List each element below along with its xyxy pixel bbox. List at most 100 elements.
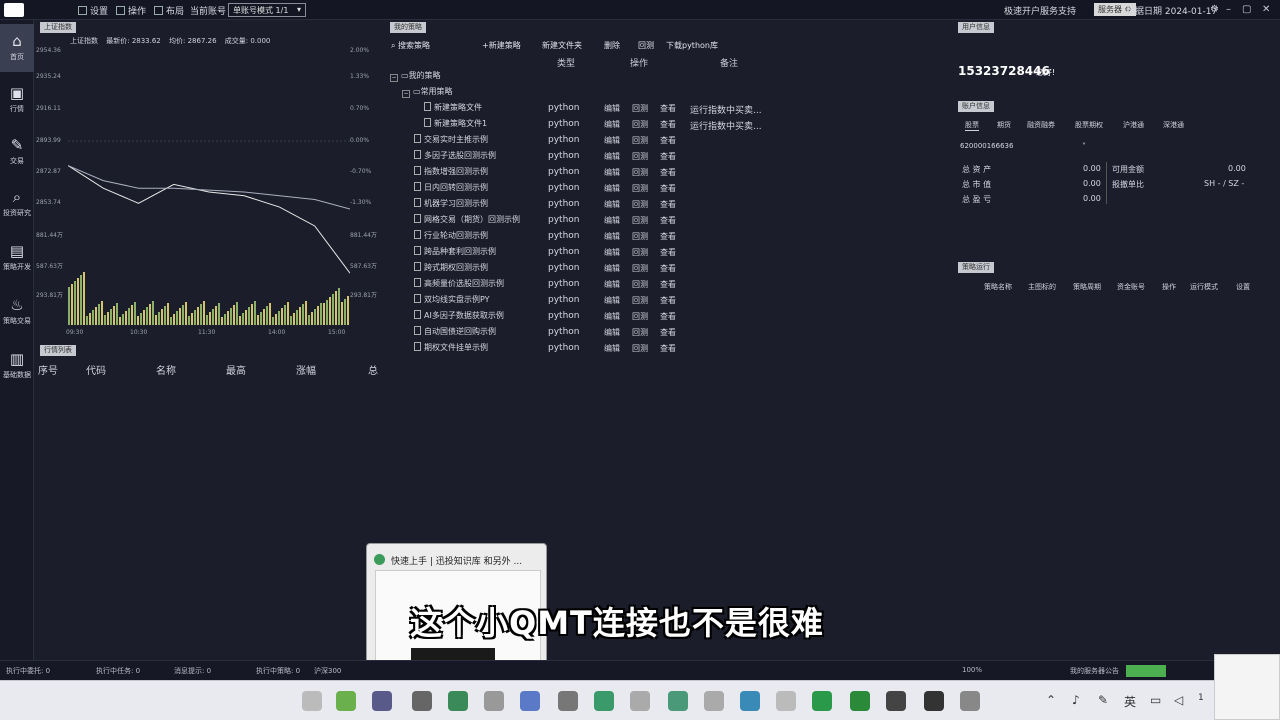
backtest-button[interactable]: 回测 <box>638 40 654 51</box>
app-icon[interactable] <box>372 691 392 711</box>
status-index[interactable]: 沪深300 <box>314 666 341 676</box>
strategy-row-name[interactable]: AI多因子数据获取示例 <box>414 310 504 326</box>
sidebar-item-trade[interactable]: ✎ 交易 <box>0 128 34 176</box>
app-icon[interactable] <box>558 691 578 711</box>
clock[interactable]: 1 <box>1198 693 1204 703</box>
quote-col-header[interactable]: 总 <box>368 362 378 377</box>
backtest-row-button[interactable]: 回测 <box>632 103 648 114</box>
app-icon[interactable] <box>960 691 980 711</box>
volume-icon[interactable]: ◁ <box>1174 693 1183 707</box>
status-strategies[interactable]: 执行中策略: 0 <box>256 666 300 676</box>
browser-icon[interactable] <box>448 691 468 711</box>
backtest-row-button[interactable]: 回测 <box>632 135 648 146</box>
backtest-row-button[interactable]: 回测 <box>632 263 648 274</box>
view-button[interactable]: 查看 <box>660 215 676 226</box>
strategy-row-name[interactable]: 行业轮动回测示例 <box>414 230 488 246</box>
delete-button[interactable]: 删除 <box>604 40 620 51</box>
app-icon[interactable] <box>484 691 504 711</box>
strategy-row-name[interactable]: 双均线实盘示例PY <box>414 294 490 310</box>
strategy-row-name[interactable]: 自动国债逆回购示例 <box>414 326 496 342</box>
edit-button[interactable]: 编辑 <box>604 151 620 162</box>
app-icon[interactable] <box>668 691 688 711</box>
strategy-row-name[interactable]: 指数增强回测示例 <box>414 166 488 182</box>
quote-col-header[interactable]: 序号 <box>38 362 58 377</box>
strategy-row-name[interactable]: 高频量价选股回测示例 <box>414 278 504 294</box>
service-link[interactable]: 服务支持 <box>1040 4 1076 17</box>
sidebar-item-strategy-trade[interactable]: ♨ 策略交易 <box>0 288 34 336</box>
edit-button[interactable]: 编辑 <box>604 167 620 178</box>
status-zoom[interactable]: 100% <box>962 666 982 674</box>
backtest-row-button[interactable]: 回测 <box>632 295 648 306</box>
backtest-row-button[interactable]: 回测 <box>632 215 648 226</box>
edit-button[interactable]: 编辑 <box>604 295 620 306</box>
sidebar-item-strategy[interactable]: ▤ 策略开发 <box>0 234 34 282</box>
tray-expand-icon[interactable]: ⌃ <box>1046 693 1056 707</box>
strategy-row-name[interactable]: 日内回转回测示例 <box>414 182 488 198</box>
account-tab-stock[interactable]: 股票 <box>965 120 979 131</box>
edit-button[interactable]: 编辑 <box>604 279 620 290</box>
app-icon[interactable] <box>412 691 432 711</box>
strategy-row-name[interactable]: 网格交易（期货）回测示例 <box>414 214 520 230</box>
edit-button[interactable]: 编辑 <box>604 311 620 322</box>
sidebar-item-research[interactable]: ⌕ 投资研究 <box>0 180 34 228</box>
app-icon[interactable] <box>812 691 832 711</box>
backtest-row-button[interactable]: 回测 <box>632 231 648 242</box>
app-icon[interactable] <box>776 691 796 711</box>
view-button[interactable]: 查看 <box>660 151 676 162</box>
quote-col-header[interactable]: 涨幅 <box>296 362 316 377</box>
chevron-down-icon[interactable]: ˅ <box>1082 142 1086 151</box>
strategy-row-name[interactable]: 跨品种套利回测示例 <box>414 246 496 262</box>
strategy-row-name[interactable]: 新建策略文件 <box>424 102 482 118</box>
start-icon[interactable] <box>302 691 322 711</box>
view-button[interactable]: 查看 <box>660 279 676 290</box>
app-icon[interactable] <box>886 691 906 711</box>
collapse-icon[interactable]: − <box>402 90 410 98</box>
edit-button[interactable]: 编辑 <box>604 247 620 258</box>
view-button[interactable]: 查看 <box>660 311 676 322</box>
backtest-row-button[interactable]: 回测 <box>632 343 648 354</box>
operate-button[interactable]: 操作 <box>116 4 146 17</box>
strategy-row-name[interactable]: 新建策略文件1 <box>424 118 487 134</box>
backtest-row-button[interactable]: 回测 <box>632 119 648 130</box>
chart-panel-tag[interactable]: 上证指数 <box>40 22 76 33</box>
account-mode-select[interactable]: 单账号模式 1/1 ▾ <box>228 3 306 17</box>
tree-root[interactable]: − ▭我的策略 <box>390 70 441 86</box>
close-icon[interactable]: ✕ <box>1262 4 1270 15</box>
backtest-row-button[interactable]: 回测 <box>632 247 648 258</box>
strategy-row-name[interactable]: 跨式期权回测示例 <box>414 262 488 278</box>
view-button[interactable]: 查看 <box>660 135 676 146</box>
backtest-row-button[interactable]: 回测 <box>632 311 648 322</box>
network-icon[interactable]: ▭ <box>1150 693 1161 707</box>
view-button[interactable]: 查看 <box>660 327 676 338</box>
account-tab-hk-sz[interactable]: 深港通 <box>1163 120 1184 130</box>
view-button[interactable]: 查看 <box>660 295 676 306</box>
app-icon[interactable] <box>704 691 724 711</box>
edit-button[interactable]: 编辑 <box>604 135 620 146</box>
strategy-run-panel-tag[interactable]: 策略运行 <box>958 262 994 273</box>
status-messages[interactable]: 消息提示: 0 <box>174 666 211 676</box>
open-account-link[interactable]: 极速开户 <box>1004 4 1040 17</box>
edit-button[interactable]: 编辑 <box>604 103 620 114</box>
quote-col-header[interactable]: 最高 <box>226 362 246 377</box>
strategy-row-name[interactable]: 交易实时主推示例 <box>414 134 488 150</box>
view-button[interactable]: 查看 <box>660 119 676 130</box>
edit-button[interactable]: 编辑 <box>604 119 620 130</box>
view-button[interactable]: 查看 <box>660 199 676 210</box>
backtest-row-button[interactable]: 回测 <box>632 183 648 194</box>
ime-label[interactable]: 英 <box>1124 693 1136 710</box>
strategy-row-name[interactable]: 机器学习回测示例 <box>414 198 488 214</box>
edit-button[interactable]: 编辑 <box>604 327 620 338</box>
app-icon[interactable] <box>630 691 650 711</box>
strategy-search[interactable]: ⌕ 搜索策略 <box>391 40 430 51</box>
mic-icon[interactable]: ♪ <box>1072 693 1080 707</box>
new-strategy-button[interactable]: +新建策略 <box>482 40 521 51</box>
quote-panel-tag[interactable]: 行情列表 <box>40 345 76 356</box>
backtest-row-button[interactable]: 回测 <box>632 327 648 338</box>
status-tasks[interactable]: 执行中任务: 0 <box>96 666 140 676</box>
backtest-row-button[interactable]: 回测 <box>632 199 648 210</box>
strategy-row-name[interactable]: 多因子选股回测示例 <box>414 150 496 166</box>
account-tab-futures[interactable]: 期货 <box>997 120 1011 130</box>
new-folder-button[interactable]: 新建文件夹 <box>542 40 582 51</box>
sidebar-item-data[interactable]: ▥ 基础数据 <box>0 342 34 390</box>
account-panel-tag[interactable]: 账户信息 <box>958 101 994 112</box>
